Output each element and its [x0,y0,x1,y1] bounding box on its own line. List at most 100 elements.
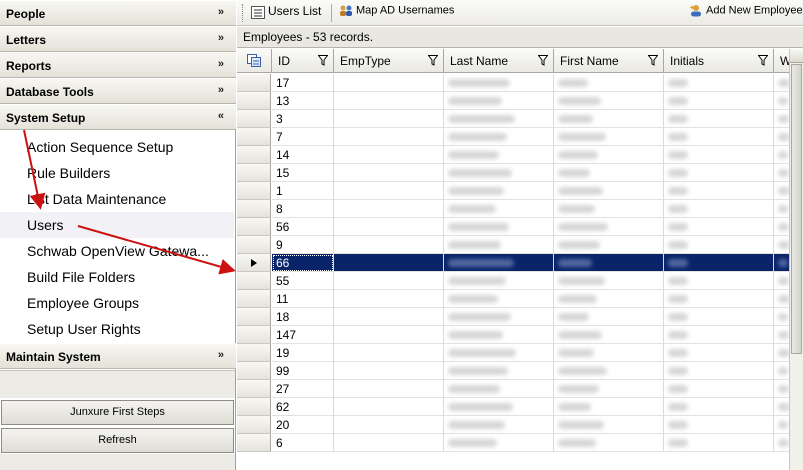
cell-emptype[interactable] [334,92,444,110]
cell-first-name[interactable] [554,74,664,92]
nav-item-employee-groups[interactable]: Employee Groups [0,290,234,316]
column-header-initials[interactable]: Initials [664,49,774,73]
cell-id[interactable]: 147 [272,326,334,344]
cell-id[interactable]: 55 [272,272,334,290]
row-selector[interactable] [237,164,271,182]
cell-wi[interactable] [774,380,789,398]
cell-emptype[interactable] [334,128,444,146]
cell-id[interactable]: 62 [272,398,334,416]
cell-last-name[interactable] [444,218,554,236]
cell-emptype[interactable] [334,218,444,236]
column-header-first-name[interactable]: First Name [554,49,664,73]
cell-emptype[interactable] [334,74,444,92]
cell-first-name[interactable] [554,434,664,452]
cell-wi[interactable] [774,182,789,200]
cell-id[interactable]: 27 [272,380,334,398]
cell-id[interactable]: 19 [272,344,334,362]
cell-emptype[interactable] [334,200,444,218]
row-selector[interactable] [237,362,271,380]
nav-section-database-tools[interactable]: Database Tools » [0,78,236,104]
cell-emptype[interactable] [334,362,444,380]
cell-last-name[interactable] [444,164,554,182]
junxure-first-steps-button[interactable]: Junxure First Steps [1,400,234,425]
cell-wi[interactable] [774,434,789,452]
cell-wi[interactable] [774,74,789,92]
cell-first-name[interactable] [554,128,664,146]
cell-first-name[interactable] [554,398,664,416]
cell-last-name[interactable] [444,236,554,254]
cell-wi[interactable] [774,200,789,218]
cell-id[interactable]: 6 [272,434,334,452]
row-selector[interactable] [237,290,271,308]
cell-first-name[interactable] [554,182,664,200]
row-selector[interactable] [237,182,271,200]
cell-last-name[interactable] [444,92,554,110]
cell-initials[interactable] [664,92,774,110]
cell-initials[interactable] [664,200,774,218]
cell-last-name[interactable] [444,308,554,326]
cell-first-name[interactable] [554,218,664,236]
cell-wi[interactable] [774,218,789,236]
cell-emptype[interactable] [334,290,444,308]
cell-id[interactable]: 14 [272,146,334,164]
column-chooser[interactable] [237,49,272,73]
cell-first-name[interactable] [554,272,664,290]
column-header-wi[interactable]: Wi [774,49,789,73]
nav-section-people[interactable]: People » [0,0,236,26]
scroll-thumb[interactable] [791,64,802,354]
cell-id[interactable]: 56 [272,218,334,236]
cell-last-name[interactable] [444,272,554,290]
cell-last-name[interactable] [444,434,554,452]
cell-initials[interactable] [664,236,774,254]
cell-first-name[interactable] [554,416,664,434]
cell-emptype[interactable] [334,236,444,254]
row-selector[interactable] [237,236,271,254]
row-selector[interactable] [237,200,271,218]
cell-initials[interactable] [664,218,774,236]
row-selector[interactable] [237,434,271,452]
cell-id[interactable]: 18 [272,308,334,326]
cell-initials[interactable] [664,362,774,380]
cell-last-name[interactable] [444,146,554,164]
cell-first-name[interactable] [554,164,664,182]
cell-wi[interactable] [774,416,789,434]
cell-first-name[interactable] [554,344,664,362]
nav-item-list-data-maintenance[interactable]: List Data Maintenance [0,186,234,212]
column-header-last-name[interactable]: Last Name [444,49,554,73]
cell-wi[interactable] [774,272,789,290]
cell-wi[interactable] [774,92,789,110]
row-selector[interactable] [237,272,271,290]
cell-id[interactable]: 15 [272,164,334,182]
cell-emptype[interactable] [334,110,444,128]
cell-emptype[interactable] [334,398,444,416]
cell-first-name[interactable] [554,290,664,308]
cell-initials[interactable] [664,254,774,272]
cell-wi[interactable] [774,398,789,416]
cell-first-name[interactable] [554,110,664,128]
row-selector[interactable] [237,380,271,398]
cell-wi[interactable] [774,362,789,380]
cell-first-name[interactable] [554,362,664,380]
row-selector[interactable] [237,146,271,164]
row-selector[interactable] [237,254,271,272]
cell-emptype[interactable] [334,326,444,344]
nav-item-users[interactable]: Users [0,212,234,238]
cell-first-name[interactable] [554,308,664,326]
cell-emptype[interactable] [334,344,444,362]
cell-wi[interactable] [774,146,789,164]
cell-last-name[interactable] [444,416,554,434]
nav-section-reports[interactable]: Reports » [0,52,236,78]
cell-initials[interactable] [664,146,774,164]
cell-first-name[interactable] [554,236,664,254]
cell-id[interactable]: 8 [272,200,334,218]
column-header-emptype[interactable]: EmpType [334,49,444,73]
nav-item-schwab-openview-gateway[interactable]: Schwab OpenView Gatewa... [0,238,234,264]
cell-id[interactable]: 1 [272,182,334,200]
cell-initials[interactable] [664,110,774,128]
cell-id[interactable]: 66 [272,254,334,272]
cell-first-name[interactable] [554,254,664,272]
column-header-id[interactable]: ID [272,49,334,73]
cell-last-name[interactable] [444,380,554,398]
row-selector[interactable] [237,308,271,326]
nav-section-maintain-system[interactable]: Maintain System » [0,343,236,369]
